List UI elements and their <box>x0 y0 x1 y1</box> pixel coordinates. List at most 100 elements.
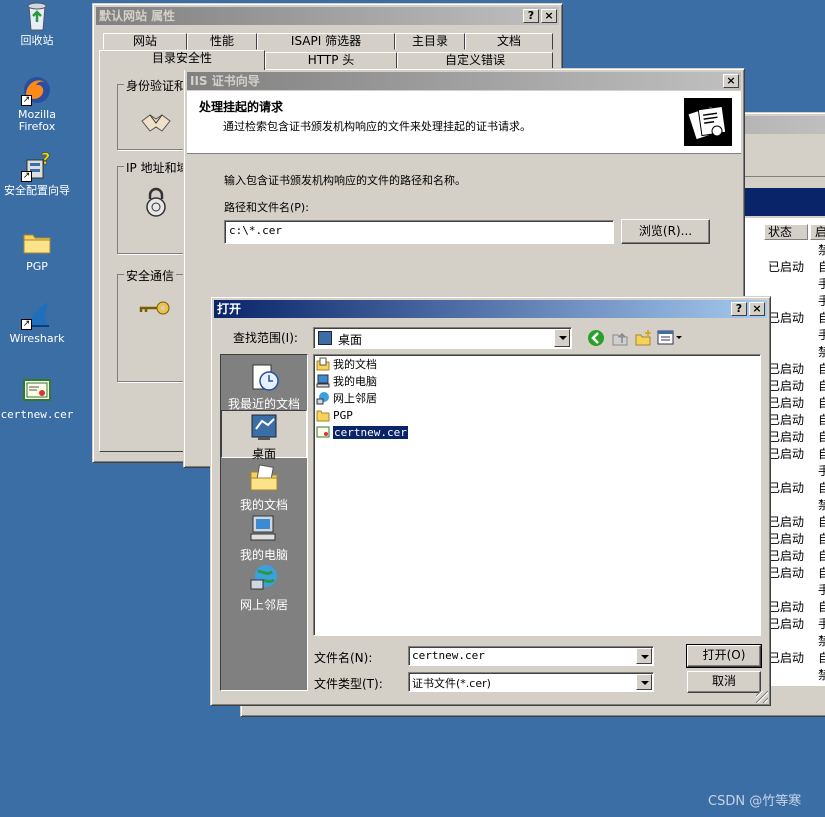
service-status-cell <box>768 497 804 514</box>
tab-custom-errors[interactable]: 自定义错误 <box>397 52 553 69</box>
column-header-status[interactable]: 状态 <box>764 224 808 240</box>
places-my-documents[interactable]: 我的文档 <box>221 462 307 512</box>
dropdown-arrow-icon[interactable] <box>636 648 652 664</box>
firefox-icon: ↗ <box>21 74 53 106</box>
place-label: 网上邻居 <box>239 598 288 612</box>
service-start-type-cell: 自 <box>818 481 825 495</box>
filename-value: certnew.cer <box>412 649 485 662</box>
certificate-wizard-icon <box>684 98 732 146</box>
up-folder-icon[interactable] <box>611 329 629 350</box>
watermark: CSDN @竹等寒 <box>708 794 802 809</box>
network-places-icon <box>316 391 330 405</box>
service-start-type-cell: 禁 <box>818 345 825 359</box>
desktop-icon-firefox[interactable]: ↗ Mozilla Firefox <box>0 74 74 133</box>
start-type-column: 禁自手手自手禁自自自自自自手自禁自自自自手自手禁自禁 <box>818 242 825 684</box>
list-item-certnew[interactable]: certnew.cer <box>316 425 409 441</box>
service-status-cell: 已启动 <box>768 396 805 410</box>
dropdown-arrow-icon[interactable] <box>554 329 570 347</box>
place-label: 桌面 <box>251 447 276 461</box>
service-status-cell: 已启动 <box>768 515 805 529</box>
service-start-type-cell: 自 <box>818 515 825 529</box>
svg-text:?: ? <box>41 150 50 168</box>
close-button[interactable]: × <box>541 9 557 23</box>
dropdown-arrow-icon[interactable] <box>636 674 652 690</box>
lookin-value: 桌面 <box>338 333 363 347</box>
service-status-cell: 已启动 <box>768 260 805 274</box>
service-start-type-cell: 自 <box>818 413 825 427</box>
service-status-cell <box>768 327 804 344</box>
service-status-cell <box>768 293 804 310</box>
file-list[interactable]: 我的文档 我的电脑 网上邻居 PGP certnew.cer <box>313 354 761 636</box>
close-button[interactable]: × <box>749 302 765 316</box>
lookin-dropdown[interactable]: 桌面 <box>313 327 572 349</box>
service-start-type-cell: 自 <box>818 311 825 325</box>
list-item-pgp[interactable]: PGP <box>316 408 353 424</box>
resize-grip-icon[interactable] <box>756 691 768 703</box>
desktop-icon-pgp[interactable]: PGP <box>0 226 74 273</box>
desktop-icon-security-wizard[interactable]: ? ↗ 安全配置向导 <box>0 149 74 197</box>
desktop-icon-label: 回收站 <box>20 34 54 47</box>
properties-titlebar[interactable]: 默认网站 属性 ? × <box>96 7 559 25</box>
list-item-label: certnew.cer <box>332 425 409 440</box>
desktop-icon-recycle-bin[interactable]: 回收站 <box>0 0 74 47</box>
tab-website[interactable]: 网站 <box>103 33 187 50</box>
service-status-cell <box>768 667 804 684</box>
padlock-icon <box>144 187 168 220</box>
service-status-cell <box>768 582 804 599</box>
service-start-type-cell: 自 <box>818 532 825 546</box>
places-bar: 我最近的文档 桌面 我的文档 我的电脑 网上邻居 <box>220 354 308 691</box>
browse-button[interactable]: 浏览(R)... <box>621 219 710 244</box>
place-label: 我的文档 <box>239 498 288 512</box>
my-computer-icon <box>316 374 330 388</box>
list-item-label: 我的电脑 <box>333 375 377 388</box>
list-item-network-places[interactable]: 网上邻居 <box>316 391 377 407</box>
service-start-type-cell: 自 <box>818 549 825 563</box>
wizard-titlebar[interactable]: IIS 证书向导 × <box>187 72 741 90</box>
service-start-type-cell: 手 <box>818 464 825 478</box>
service-start-type-cell: 禁 <box>818 243 825 257</box>
new-folder-icon[interactable] <box>635 329 653 350</box>
list-item-label: 网上邻居 <box>333 392 377 405</box>
path-input[interactable]: c:\*.cer <box>224 220 614 244</box>
open-button[interactable]: 打开(O) <box>686 644 762 668</box>
tab-home-directory[interactable]: 主目录 <box>395 33 465 50</box>
wizard-header: 处理挂起的请求 通过检索包含证书颁发机构响应的文件来处理挂起的证书请求。 <box>187 91 741 154</box>
help-button[interactable]: ? <box>731 302 747 316</box>
service-start-type-cell: 自 <box>818 430 825 444</box>
list-item-my-computer[interactable]: 我的电脑 <box>316 374 377 390</box>
tab-isapi-filters[interactable]: ISAPI 筛选器 <box>257 33 395 50</box>
places-recent-documents[interactable]: 我最近的文档 <box>221 361 307 411</box>
help-button[interactable]: ? <box>523 9 539 23</box>
places-network[interactable]: 网上邻居 <box>221 562 307 612</box>
tab-directory-security[interactable]: 目录安全性 <box>99 50 265 70</box>
desktop-icon-wireshark[interactable]: ↗ Wireshark <box>0 298 74 345</box>
certificate-icon <box>316 425 330 439</box>
group-label: IP 地址和域 <box>124 159 191 176</box>
path-input-value: c:\*.cer <box>229 224 282 237</box>
service-start-type-cell: 手 <box>818 277 825 291</box>
filetype-label: 文件类型(T): <box>314 677 383 691</box>
places-my-computer[interactable]: 我的电脑 <box>221 512 307 562</box>
close-button[interactable]: × <box>723 74 739 88</box>
tab-documents[interactable]: 文档 <box>465 33 553 50</box>
service-status-cell: 已启动 <box>768 617 805 631</box>
services-menu-strip <box>741 137 825 177</box>
places-desktop[interactable]: 桌面 <box>221 410 307 461</box>
back-icon[interactable] <box>587 329 605 350</box>
cancel-button[interactable]: 取消 <box>687 671 761 693</box>
filetype-dropdown[interactable]: 证书文件(*.cer) <box>408 672 654 692</box>
view-menu-icon[interactable] <box>657 330 683 349</box>
tab-http-headers[interactable]: HTTP 头 <box>265 52 397 69</box>
open-dialog[interactable]: 打开 ? × 查找范围(I): 桌面 我最近的文档 桌面 我的文档 我的电脑 网… <box>210 296 771 706</box>
filename-input[interactable]: certnew.cer <box>408 646 654 666</box>
tab-performance[interactable]: 性能 <box>187 33 257 50</box>
shortcut-arrow-icon: ↗ <box>21 95 32 106</box>
service-status-cell: 已启动 <box>768 447 805 461</box>
desktop-icon-certnew[interactable]: certnew.cer <box>0 374 74 421</box>
list-item-my-documents[interactable]: 我的文档 <box>316 357 377 373</box>
desktop-icon-label: 安全配置向导 <box>4 184 70 197</box>
services-list-header-band <box>741 188 825 216</box>
column-header-start[interactable]: 启 <box>810 224 825 240</box>
open-dialog-titlebar[interactable]: 打开 ? × <box>214 300 767 318</box>
shortcut-arrow-icon: ↗ <box>21 319 32 330</box>
